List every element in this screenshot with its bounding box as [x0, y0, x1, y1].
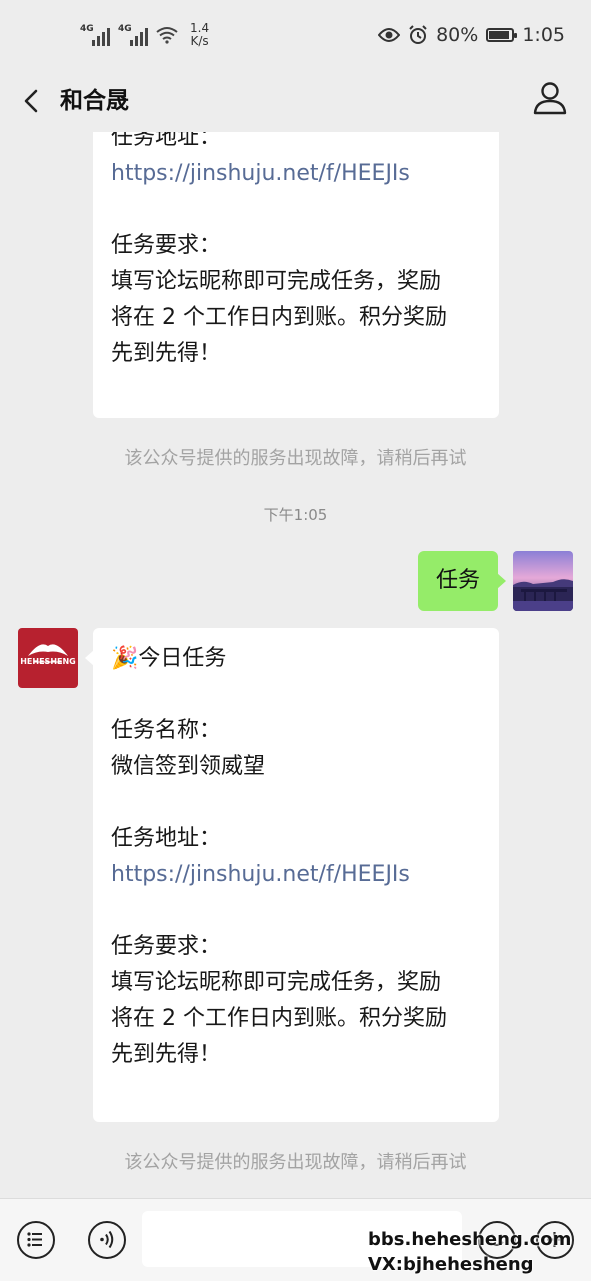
battery-percent: 80% — [436, 24, 479, 46]
address-label: 任务地址： — [111, 826, 222, 851]
signal-icon-2: 4G — [118, 24, 148, 46]
requirement-line: 先到先得！ — [111, 1042, 222, 1067]
voice-icon[interactable] — [88, 1221, 126, 1259]
task-name-label: 任务名称： — [111, 718, 222, 743]
input-bar: bbs.hehesheng.com VX:bjhehesheng — [0, 1198, 591, 1281]
avatar-image — [513, 551, 573, 611]
requirement-line: 先到先得！ — [111, 341, 222, 366]
wifi-icon — [156, 27, 178, 44]
requirement-label: 任务要求： — [111, 233, 222, 258]
task-link[interactable]: https://jinshuju.net/f/HEEJIs — [111, 857, 481, 893]
address-label: 任务地址： — [111, 132, 222, 150]
watermark-contact: VX:bjhehesheng — [368, 1254, 534, 1275]
task-heading-text: 今日任务 — [138, 646, 227, 671]
my-avatar[interactable] — [513, 551, 573, 611]
message-bubble-task-partial[interactable]: 任务地址： https://jinshuju.net/f/HEEJIs 任务要求… — [93, 132, 499, 418]
status-left: 4G 4G 1.4 K/s — [80, 22, 209, 48]
party-popper-icon: 🎉 — [111, 646, 139, 671]
task-name-value: 微信签到领威望 — [111, 754, 266, 779]
network-type-label-2: 4G — [118, 24, 132, 34]
signal-icon: 4G — [80, 24, 110, 46]
network-type-label: 4G — [80, 24, 94, 34]
requirement-line: 填写论坛昵称即可完成任务，奖励 — [111, 970, 442, 995]
chat-area[interactable]: 任务地址： https://jinshuju.net/f/HEEJIs 任务要求… — [0, 132, 591, 1198]
eye-icon — [378, 28, 401, 42]
network-speed: 1.4 K/s — [190, 22, 209, 48]
battery-fill — [489, 31, 509, 39]
system-notice: 该公众号提供的服务出现故障，请稍后再试 — [124, 448, 467, 469]
battery-icon — [486, 28, 518, 42]
list-icon[interactable] — [17, 1221, 55, 1259]
person-icon[interactable] — [531, 79, 569, 117]
status-bar: 4G 4G 1.4 K/s 80% 1:05 — [0, 0, 591, 72]
requirement-line: 填写论坛昵称即可完成任务，奖励 — [111, 269, 442, 294]
requirement-label: 任务要求： — [111, 934, 222, 959]
requirement-line: 将在 2 个工作日内到账。积分奖励 — [111, 305, 447, 330]
watermark-site: bbs.hehesheng.com — [368, 1229, 572, 1250]
clock: 1:05 — [522, 24, 565, 46]
chevron-left-icon[interactable] — [14, 78, 54, 124]
system-notice: 该公众号提供的服务出现故障，请稍后再试 — [124, 1152, 467, 1173]
task-link[interactable]: https://jinshuju.net/f/HEEJIs — [111, 156, 481, 192]
message-bubble-task-card[interactable]: 🎉今日任务 任务名称： 微信签到领威望 任务地址： https://jinshu… — [85, 628, 499, 1122]
status-right: 80% 1:05 — [378, 24, 565, 46]
chat-title: 和合晟 — [60, 88, 129, 114]
requirement-line: 将在 2 个工作日内到账。积分奖励 — [111, 1006, 447, 1031]
task-heading: 🎉今日任务 — [111, 641, 481, 677]
chat-header: 和合晟 — [0, 72, 591, 132]
official-account-avatar[interactable]: HEHESHENG — [18, 628, 78, 688]
my-message-bubble[interactable]: 任务 — [417, 551, 507, 611]
alarm-icon — [409, 25, 427, 44]
network-speed-unit: K/s — [190, 34, 209, 48]
avatar-brand-text: HEHESHENG — [20, 657, 76, 666]
message-timestamp: 下午1:05 — [263, 506, 328, 524]
